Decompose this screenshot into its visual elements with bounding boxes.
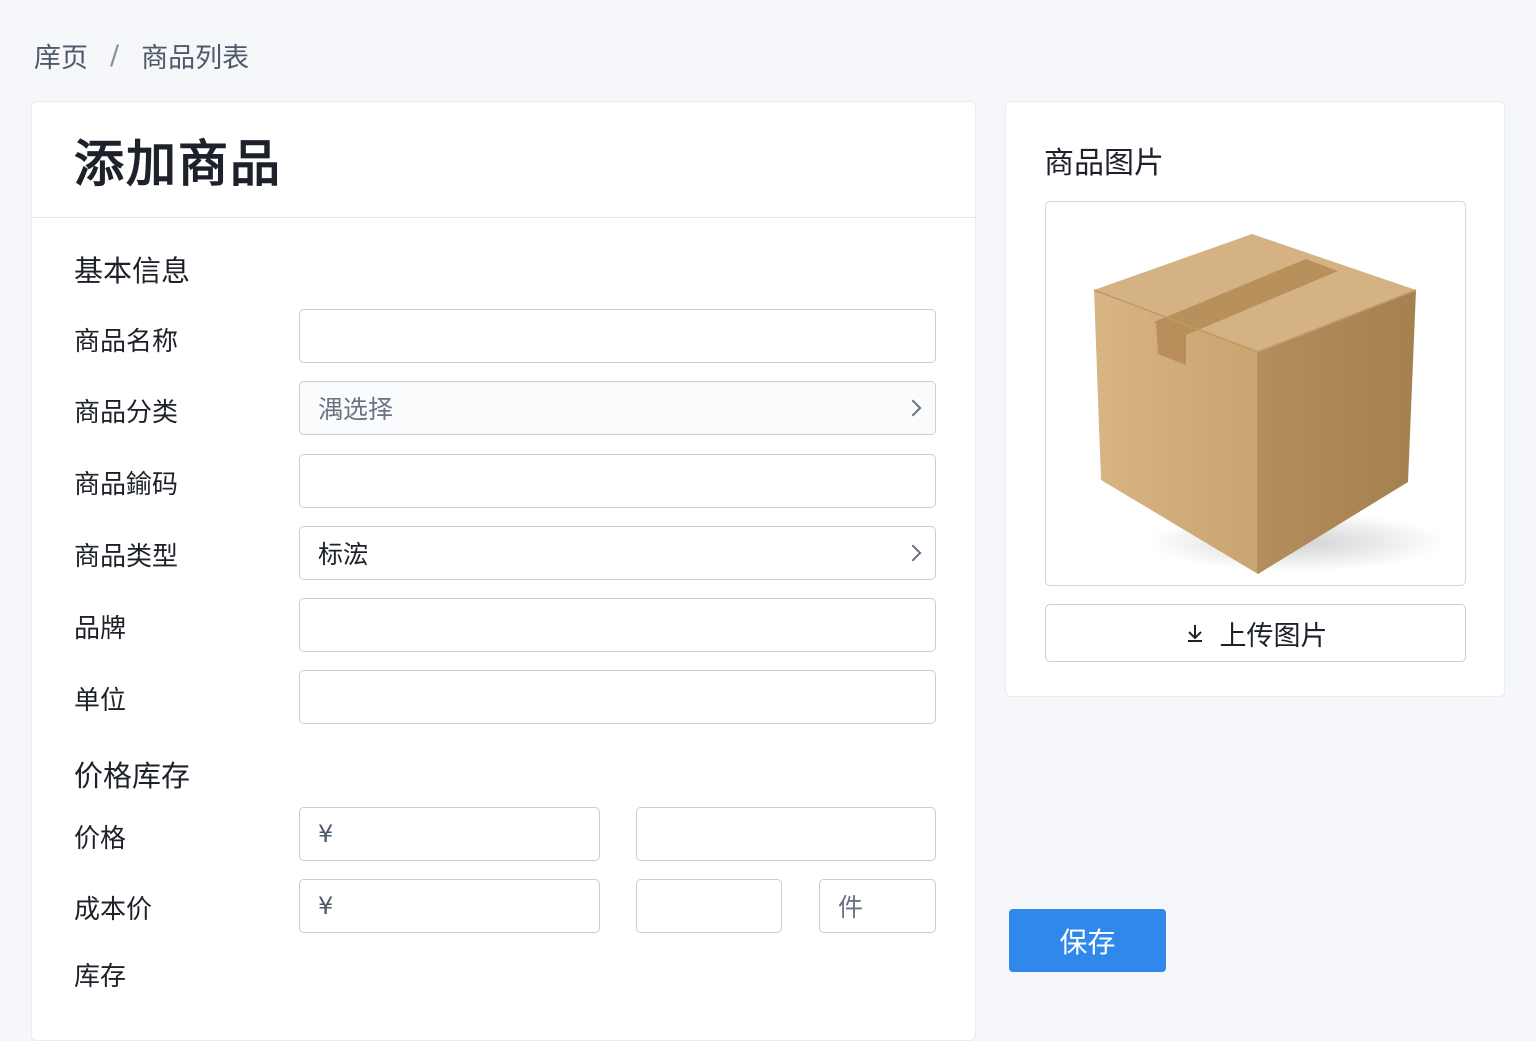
save-button[interactable]: 保存: [1009, 909, 1166, 972]
breadcrumb-home[interactable]: 庠页: [34, 36, 88, 75]
product-category-label: 商品分类: [74, 398, 179, 428]
upload-image-label: 上传图片: [1219, 620, 1328, 652]
cost-quantity-input[interactable]: [636, 879, 782, 933]
product-name-label: 商品名称: [74, 327, 179, 357]
product-type-value: 标浤: [318, 540, 369, 569]
basic-info-section-title: 基本信息: [74, 254, 191, 288]
cost-price-input[interactable]: ¥: [299, 879, 600, 933]
chevron-right-icon: [904, 399, 922, 417]
product-type-label: 商品类型: [74, 542, 179, 572]
card-header: 添加商品: [32, 102, 975, 218]
brand-label: 品牌: [74, 614, 127, 644]
product-type-select[interactable]: 标浤: [299, 526, 936, 580]
product-form-card: 添加商品 基本信息 商品名称 商品分类 湡选择 商品鍮码 商品类型 标浤 品牌 …: [31, 101, 976, 1041]
chevron-right-icon: [904, 544, 922, 562]
price-label: 价格: [74, 824, 127, 854]
unit-input[interactable]: [299, 670, 936, 724]
cost-price-label: 成本价: [74, 895, 153, 925]
breadcrumb-current[interactable]: 商品列表: [141, 36, 249, 75]
yen-icon: ¥: [318, 820, 334, 848]
price-input[interactable]: ¥: [299, 807, 600, 861]
product-code-label: 商品鍮码: [74, 470, 179, 500]
product-image-card: 商品图片 上传图片: [1005, 101, 1505, 697]
price-stock-section-title: 价格库存: [74, 759, 191, 793]
breadcrumb-separator: /: [110, 40, 120, 71]
breadcrumb: 庠页 / 商品列表: [34, 36, 249, 75]
product-name-input[interactable]: [299, 309, 936, 363]
price-secondary-input[interactable]: [636, 807, 936, 861]
brand-input[interactable]: [299, 598, 936, 652]
yen-icon: ¥: [318, 892, 334, 920]
download-icon: [1184, 622, 1206, 644]
stock-label: 库存: [74, 962, 127, 992]
page-title: 添加商品: [74, 134, 282, 193]
product-category-select[interactable]: 湡选择: [299, 381, 936, 435]
cardboard-box-icon: [1093, 234, 1446, 574]
product-image-preview[interactable]: [1045, 201, 1466, 586]
cost-unit-value: 件: [838, 893, 864, 922]
product-image-title: 商品图片: [1044, 146, 1164, 181]
product-category-placeholder: 湡选择: [318, 395, 394, 424]
cost-unit-input[interactable]: 件: [819, 879, 936, 933]
product-code-input[interactable]: [299, 454, 936, 508]
unit-label: 单位: [74, 686, 127, 716]
upload-image-button[interactable]: 上传图片: [1045, 604, 1466, 662]
